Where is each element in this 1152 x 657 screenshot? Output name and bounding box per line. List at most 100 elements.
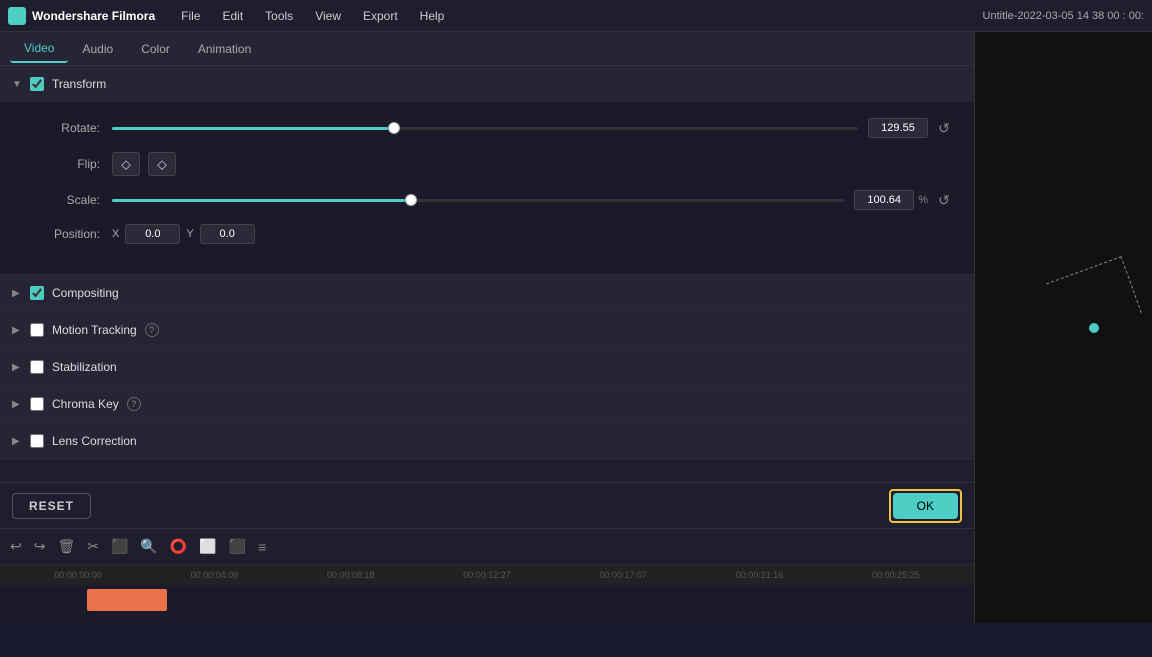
circle-icon[interactable]: ⭕	[170, 538, 187, 555]
ruler-mark-0: 00:00:00:00	[10, 570, 146, 580]
stabilization-checkbox[interactable]	[30, 360, 44, 374]
preview-canvas	[975, 32, 1152, 623]
position-inputs: X Y	[112, 224, 255, 244]
rotate-label: Rotate:	[20, 121, 100, 135]
tab-color[interactable]: Color	[127, 36, 184, 62]
motion-tracking-section: ▶ Motion Tracking ?	[0, 312, 974, 349]
scale-unit: %	[918, 194, 928, 206]
transform-title: Transform	[52, 77, 106, 91]
scale-row: Scale: % ↺	[20, 190, 954, 210]
motion-tracking-header[interactable]: ▶ Motion Tracking ?	[0, 312, 974, 348]
compositing-arrow: ▶	[12, 288, 22, 298]
tab-animation[interactable]: Animation	[184, 36, 265, 62]
lens-correction-arrow: ▶	[12, 436, 22, 446]
cut-icon[interactable]: ✂	[87, 538, 99, 555]
ruler-mark-6: 00:00:25:25	[828, 570, 964, 580]
compositing-section: ▶ Compositing	[0, 275, 974, 312]
ruler-marks: 00:00:00:00 00:00:04:09 00:00:08:18 00:0…	[10, 570, 964, 580]
menu-edit[interactable]: Edit	[212, 5, 253, 27]
chroma-key-header[interactable]: ▶ Chroma Key ?	[0, 386, 974, 422]
motion-tracking-arrow: ▶	[12, 325, 22, 335]
rotate-track	[112, 127, 858, 130]
app-logo-icon	[8, 7, 26, 25]
transform-header[interactable]: ▼ Transform	[0, 66, 974, 102]
scale-slider-container[interactable]	[112, 190, 844, 210]
reset-button[interactable]: RESET	[12, 493, 91, 519]
ruler-mark-2: 00:00:08:18	[283, 570, 419, 580]
expand-icon[interactable]: ⬛	[229, 538, 246, 555]
lens-correction-checkbox[interactable]	[30, 434, 44, 448]
ruler-mark-1: 00:00:04:09	[146, 570, 282, 580]
flip-icons: ⬦ ⬦	[112, 152, 176, 176]
ruler-mark-4: 00:00:17:07	[555, 570, 691, 580]
flip-label: Flip:	[20, 157, 100, 171]
stabilization-section: ▶ Stabilization	[0, 349, 974, 386]
delete-icon[interactable]: 🗑	[57, 538, 75, 555]
bottom-bar: RESET OK	[0, 482, 974, 528]
position-label: Position:	[20, 227, 100, 241]
flip-horizontal-button[interactable]: ⬦	[112, 152, 140, 176]
stabilization-header[interactable]: ▶ Stabilization	[0, 349, 974, 385]
box-icon[interactable]: ⬜	[199, 538, 216, 555]
position-row: Position: X Y	[20, 224, 954, 244]
ok-highlight-box: OK	[889, 489, 962, 523]
transform-content: Rotate: ↺ Flip:	[0, 102, 974, 274]
timeline-track	[0, 585, 974, 615]
compositing-header[interactable]: ▶ Compositing	[0, 275, 974, 311]
undo-icon[interactable]: ↩	[10, 538, 22, 555]
chroma-key-info-icon[interactable]: ?	[127, 397, 141, 411]
flip-row: Flip: ⬦ ⬦	[20, 152, 954, 176]
timeline-ruler: 00:00:00:00 00:00:04:09 00:00:08:18 00:0…	[0, 565, 974, 585]
menu-export[interactable]: Export	[353, 5, 408, 27]
transform-section: ▼ Transform Rotate:	[0, 66, 974, 275]
rotate-fill	[112, 127, 388, 130]
lens-correction-title: Lens Correction	[52, 434, 137, 448]
window-title: Untitle-2022-03-05 14 38 00 : 00:	[983, 10, 1144, 22]
compositing-checkbox[interactable]	[30, 286, 44, 300]
motion-tracking-checkbox[interactable]	[30, 323, 44, 337]
menu-tools[interactable]: Tools	[255, 5, 303, 27]
flip-vertical-button[interactable]: ⬦	[148, 152, 176, 176]
tab-bar: Video Audio Color Animation	[0, 32, 974, 66]
ok-button[interactable]: OK	[893, 493, 958, 519]
rotate-reset-button[interactable]: ↺	[934, 118, 954, 138]
transform-arrow: ▼	[12, 79, 22, 89]
zoom-icon[interactable]: 🔍	[140, 538, 157, 555]
motion-tracking-info-icon[interactable]: ?	[145, 323, 159, 337]
timeline-clip[interactable]	[87, 589, 167, 611]
pos-x-label: X	[112, 228, 119, 240]
rotate-thumb[interactable]	[388, 122, 400, 134]
crop-icon[interactable]: ⬛	[111, 538, 128, 555]
lens-correction-header[interactable]: ▶ Lens Correction	[0, 423, 974, 459]
rotate-slider-container[interactable]	[112, 118, 858, 138]
chroma-key-arrow: ▶	[12, 399, 22, 409]
transform-checkbox[interactable]	[30, 77, 44, 91]
redo-icon[interactable]: ↪	[34, 538, 46, 555]
scale-track	[112, 199, 844, 202]
menu-help[interactable]: Help	[410, 5, 455, 27]
scale-value[interactable]	[854, 190, 914, 210]
chroma-key-title: Chroma Key	[52, 397, 119, 411]
stabilization-arrow: ▶	[12, 362, 22, 372]
compositing-title: Compositing	[52, 286, 119, 300]
scale-thumb[interactable]	[405, 194, 417, 206]
menu-view[interactable]: View	[305, 5, 351, 27]
menu-file[interactable]: File	[171, 5, 210, 27]
rotate-value[interactable]	[868, 118, 928, 138]
lens-correction-section: ▶ Lens Correction	[0, 423, 974, 460]
scale-reset-button[interactable]: ↺	[934, 190, 954, 210]
motion-tracking-title: Motion Tracking	[52, 323, 137, 337]
stabilization-title: Stabilization	[52, 360, 117, 374]
menu-icon[interactable]: ≡	[258, 539, 266, 555]
ruler-mark-5: 00:00:21:16	[691, 570, 827, 580]
pos-x-input[interactable]	[125, 224, 180, 244]
left-panel: Video Audio Color Animation ▼ Transform …	[0, 32, 975, 623]
pos-y-input[interactable]	[200, 224, 255, 244]
tab-video[interactable]: Video	[10, 35, 68, 63]
preview-line	[1046, 257, 1142, 341]
tab-audio[interactable]: Audio	[68, 36, 127, 62]
timeline-area: ↩ ↪ 🗑 ✂ ⬛ 🔍 ⭕ ⬜ ⬛ ≡ 00:00:00:00 00:00:04…	[0, 528, 974, 623]
scale-label: Scale:	[20, 193, 100, 207]
chroma-key-checkbox[interactable]	[30, 397, 44, 411]
top-bar: Wondershare Filmora File Edit Tools View…	[0, 0, 1152, 32]
